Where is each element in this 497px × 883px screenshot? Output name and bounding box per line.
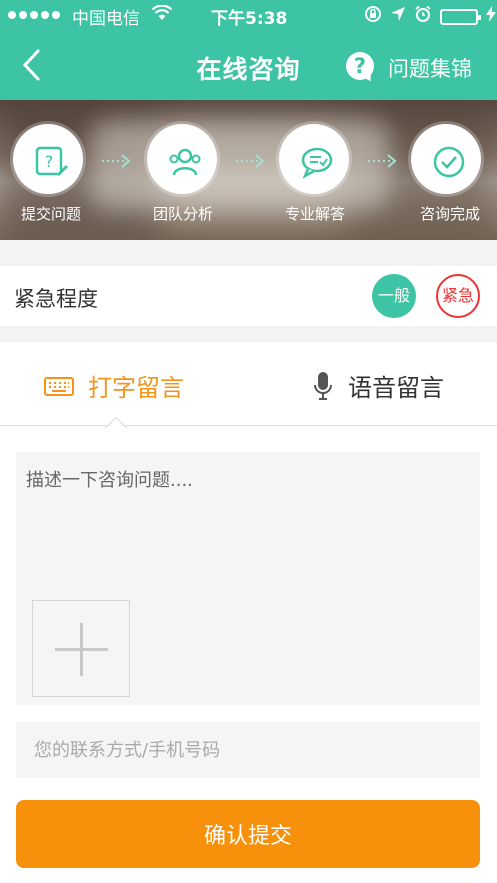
- confirm-submit-button[interactable]: 确认提交: [16, 800, 480, 868]
- tab-voice-label: 语音留言: [348, 374, 444, 402]
- wifi-icon: [151, 4, 173, 26]
- tab-voice-message[interactable]: 语音留言: [312, 368, 444, 407]
- urgency-label: 紧急程度: [14, 287, 98, 311]
- compose-panel: [0, 426, 497, 786]
- step-label: 专业解答: [284, 205, 345, 223]
- step-submit-question: ?: [13, 124, 83, 194]
- location-arrow-icon: [390, 6, 406, 27]
- check-circle-icon: [433, 146, 465, 178]
- alarm-icon: [414, 5, 432, 28]
- keyboard-icon: [44, 375, 74, 403]
- urgency-option-urgent[interactable]: 紧急: [436, 274, 480, 318]
- dotted-arrow-icon: [236, 154, 265, 168]
- svg-text:?: ?: [45, 152, 54, 171]
- footer-bar: 确认提交: [0, 786, 497, 883]
- team-icon: [169, 148, 201, 176]
- message-type-tabs: 打字留言 语音留言: [0, 342, 497, 426]
- chat-bubble-icon: [301, 147, 333, 179]
- carrier-name: 中国电信: [72, 9, 140, 29]
- rotation-lock-icon: [364, 5, 382, 28]
- step-label: 团队分析: [152, 205, 213, 223]
- dotted-arrow-icon: [102, 154, 131, 168]
- step-team-analysis: [147, 124, 217, 194]
- step-expert-answer: [279, 124, 349, 194]
- status-bar: 中国电信 下午5:38: [0, 0, 497, 30]
- signal-strength-icon: [8, 11, 60, 19]
- charging-icon: [486, 6, 496, 27]
- question-bubble-icon[interactable]: ?: [346, 52, 374, 80]
- contact-phone-input[interactable]: [16, 722, 480, 778]
- step-label: 提交问题: [20, 205, 81, 223]
- urgency-option-normal[interactable]: 一般: [372, 274, 416, 318]
- step-consult-complete: [411, 124, 481, 194]
- urgency-row: 紧急程度 一般 紧急: [0, 266, 497, 326]
- clock-time: 下午5:38: [211, 9, 288, 29]
- add-photo-button[interactable]: [32, 600, 130, 697]
- tab-typing-label: 打字留言: [88, 374, 184, 402]
- edit-document-icon: ?: [35, 146, 68, 176]
- step-label: 咨询完成: [419, 205, 480, 223]
- navigation-bar: 在线咨询 ? 问题集锦: [0, 30, 497, 100]
- tab-typing-message[interactable]: 打字留言: [44, 368, 184, 403]
- dotted-arrow-icon: [368, 154, 397, 168]
- microphone-icon: [312, 371, 334, 407]
- battery-icon: [440, 8, 481, 25]
- faq-collection-link[interactable]: 问题集锦: [388, 53, 472, 83]
